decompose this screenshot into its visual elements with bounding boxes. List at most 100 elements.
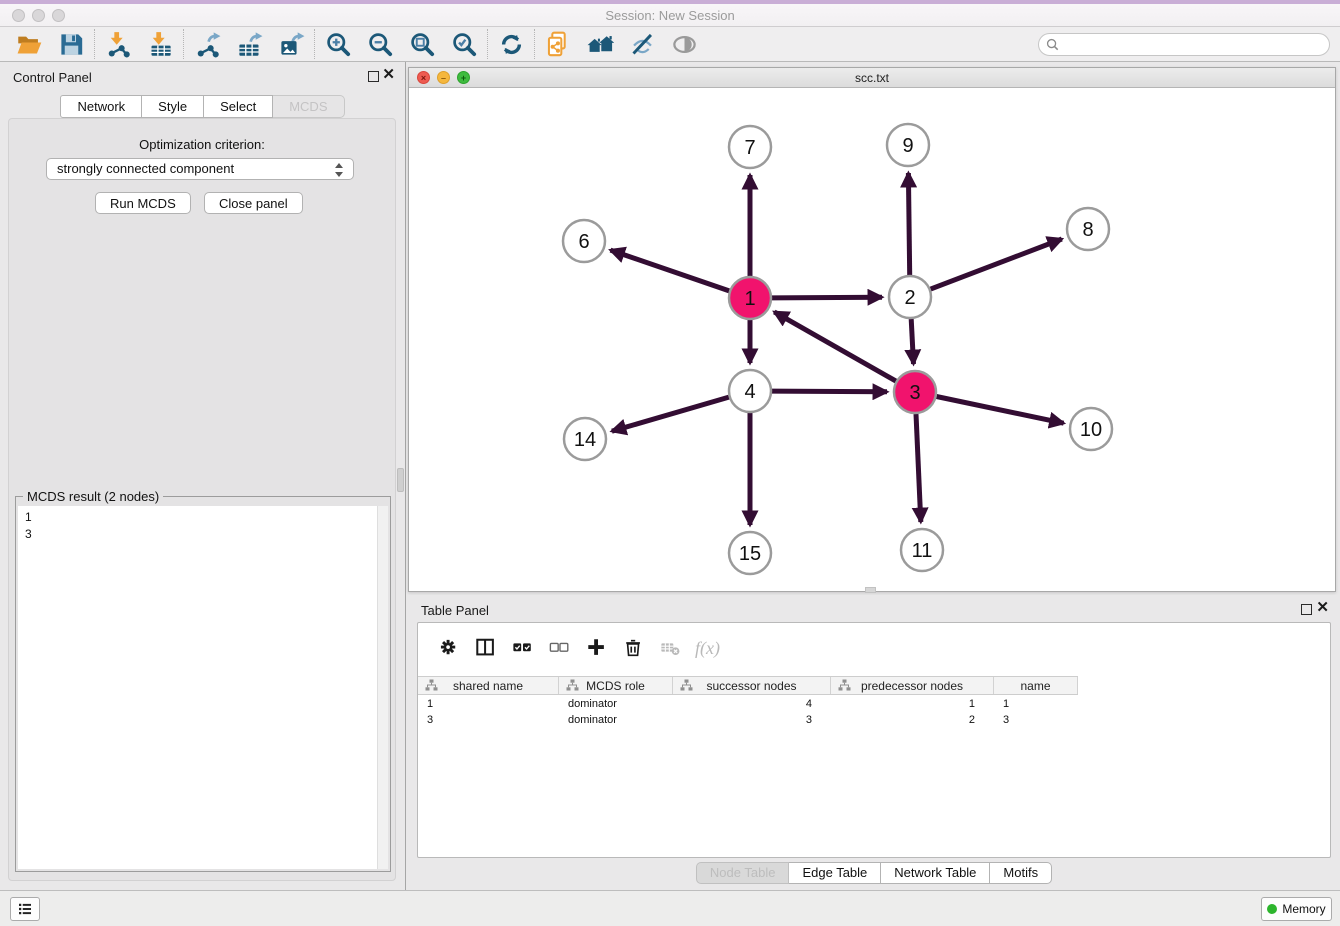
task-history-button[interactable] bbox=[10, 897, 40, 921]
delete-row-icon[interactable] bbox=[615, 633, 652, 663]
toolbar-group bbox=[537, 28, 705, 60]
cell-MCDS-role[interactable]: dominator bbox=[559, 696, 673, 712]
deselect-all-icon[interactable] bbox=[541, 633, 578, 663]
tab-network[interactable]: Network bbox=[60, 95, 142, 118]
float-panel-icon[interactable] bbox=[368, 71, 379, 82]
zoom-out-icon[interactable] bbox=[359, 28, 401, 60]
mcds-result-text: 1 3 bbox=[18, 506, 377, 869]
search-input[interactable] bbox=[1059, 35, 1329, 54]
table-row[interactable]: 3dominator323 bbox=[418, 712, 1078, 728]
run-mcds-button[interactable]: Run MCDS bbox=[95, 192, 191, 214]
network-graph-canvas[interactable]: 1 2 3 4 6 7 8 9 10 11 14 15 bbox=[409, 89, 1335, 591]
svg-text:9: 9 bbox=[902, 135, 913, 157]
search-field[interactable] bbox=[1038, 33, 1330, 56]
close-table-panel-icon[interactable]: ✕ bbox=[1316, 599, 1329, 617]
toolbar-group bbox=[186, 28, 312, 60]
save-session-icon[interactable] bbox=[50, 28, 92, 60]
toolbar-separator bbox=[94, 29, 95, 59]
settings-icon[interactable] bbox=[430, 633, 467, 663]
columns-icon[interactable] bbox=[467, 633, 504, 663]
result-scrollbar[interactable] bbox=[377, 506, 388, 869]
graph-node-8[interactable]: 8 bbox=[1067, 208, 1109, 250]
memory-label: Memory bbox=[1282, 902, 1325, 916]
graph-node-7[interactable]: 7 bbox=[729, 126, 771, 168]
table-row[interactable]: 1dominator411 bbox=[418, 696, 1078, 712]
tab-mcds[interactable]: MCDS bbox=[273, 95, 344, 118]
zoom-in-icon[interactable] bbox=[317, 28, 359, 60]
memory-button[interactable]: Memory bbox=[1261, 897, 1332, 921]
graph-edge-3-10[interactable] bbox=[937, 397, 1064, 424]
column-header-MCDS-role[interactable]: MCDS role bbox=[559, 677, 673, 694]
export-table-icon[interactable] bbox=[228, 28, 270, 60]
mcds-result-box[interactable]: 1 3 bbox=[18, 506, 388, 869]
close-panel-icon[interactable]: ✕ bbox=[382, 66, 395, 84]
hide-selected-icon[interactable] bbox=[621, 28, 663, 60]
add-row-icon[interactable] bbox=[578, 633, 615, 663]
import-network-icon[interactable] bbox=[97, 28, 139, 60]
select-stepper-icon bbox=[334, 162, 345, 178]
graph-node-11[interactable]: 11 bbox=[901, 529, 943, 571]
graph-edge-4-3[interactable] bbox=[772, 391, 887, 392]
function-builder-label: f(x) bbox=[695, 638, 720, 659]
graph-node-4[interactable]: 4 bbox=[729, 370, 771, 412]
status-bar: Memory bbox=[0, 890, 1340, 926]
graph-edge-2-3[interactable] bbox=[911, 319, 913, 364]
tab-select[interactable]: Select bbox=[204, 95, 273, 118]
cell-successor-nodes[interactable]: 4 bbox=[673, 696, 831, 712]
graph-edge-4-14[interactable] bbox=[612, 397, 729, 431]
graph-node-6[interactable]: 6 bbox=[563, 220, 605, 262]
column-label: shared name bbox=[453, 679, 523, 693]
cell-name[interactable]: 1 bbox=[994, 696, 1078, 712]
tab-network-table[interactable]: Network Table bbox=[881, 862, 990, 884]
graph-node-2[interactable]: 2 bbox=[889, 276, 931, 318]
main-toolbar bbox=[0, 27, 1340, 62]
graph-edge-1-6[interactable] bbox=[611, 250, 730, 291]
export-network-icon[interactable] bbox=[186, 28, 228, 60]
table-panel-tabs: Node TableEdge TableNetwork TableMotifs bbox=[408, 862, 1340, 884]
view-splitter-grip[interactable] bbox=[865, 587, 876, 593]
svg-text:15: 15 bbox=[739, 543, 761, 565]
select-all-icon[interactable] bbox=[504, 633, 541, 663]
panel-splitter-grip[interactable] bbox=[397, 468, 404, 492]
graph-node-1[interactable]: 1 bbox=[729, 277, 771, 319]
criterion-select[interactable]: strongly connected component bbox=[46, 158, 354, 180]
clone-network-icon[interactable] bbox=[537, 28, 579, 60]
graph-node-14[interactable]: 14 bbox=[564, 418, 606, 460]
column-header-name[interactable]: name bbox=[994, 677, 1078, 694]
graph-node-10[interactable]: 10 bbox=[1070, 408, 1112, 450]
export-image-icon[interactable] bbox=[270, 28, 312, 60]
graph-node-15[interactable]: 15 bbox=[729, 532, 771, 574]
tab-node-table[interactable]: Node Table bbox=[696, 862, 790, 884]
column-header-predecessor-nodes[interactable]: predecessor nodes bbox=[831, 677, 994, 694]
graph-edge-2-8[interactable] bbox=[931, 239, 1062, 289]
tab-edge-table[interactable]: Edge Table bbox=[789, 862, 881, 884]
graph-edge-3-11[interactable] bbox=[916, 414, 921, 522]
graph-node-9[interactable]: 9 bbox=[887, 124, 929, 166]
cell-predecessor-nodes[interactable]: 2 bbox=[831, 712, 994, 728]
graph-node-3[interactable]: 3 bbox=[894, 371, 936, 413]
svg-text:8: 8 bbox=[1082, 219, 1093, 241]
column-header-shared-name[interactable]: shared name bbox=[418, 677, 559, 694]
refresh-network-icon[interactable] bbox=[490, 28, 532, 60]
float-table-panel-icon[interactable] bbox=[1301, 604, 1312, 615]
toggle-visibility-icon[interactable] bbox=[663, 28, 705, 60]
import-table-icon[interactable] bbox=[139, 28, 181, 60]
network-window-titlebar[interactable]: × – + scc.txt bbox=[409, 68, 1335, 88]
cell-shared-name[interactable]: 1 bbox=[418, 696, 559, 712]
cell-MCDS-role[interactable]: dominator bbox=[559, 712, 673, 728]
graph-edge-1-2[interactable] bbox=[772, 297, 882, 298]
home-view-icon[interactable] bbox=[579, 28, 621, 60]
close-panel-button[interactable]: Close panel bbox=[204, 192, 303, 214]
cell-name[interactable]: 3 bbox=[994, 712, 1078, 728]
zoom-fit-icon[interactable] bbox=[401, 28, 443, 60]
zoom-selected-icon[interactable] bbox=[443, 28, 485, 60]
cell-predecessor-nodes[interactable]: 1 bbox=[831, 696, 994, 712]
cell-successor-nodes[interactable]: 3 bbox=[673, 712, 831, 728]
tab-style[interactable]: Style bbox=[142, 95, 204, 118]
column-header-successor-nodes[interactable]: successor nodes bbox=[673, 677, 831, 694]
open-session-icon[interactable] bbox=[8, 28, 50, 60]
tab-motifs[interactable]: Motifs bbox=[990, 862, 1052, 884]
cell-shared-name[interactable]: 3 bbox=[418, 712, 559, 728]
graph-edge-3-1[interactable] bbox=[774, 312, 896, 381]
graph-edge-2-9[interactable] bbox=[908, 173, 909, 275]
